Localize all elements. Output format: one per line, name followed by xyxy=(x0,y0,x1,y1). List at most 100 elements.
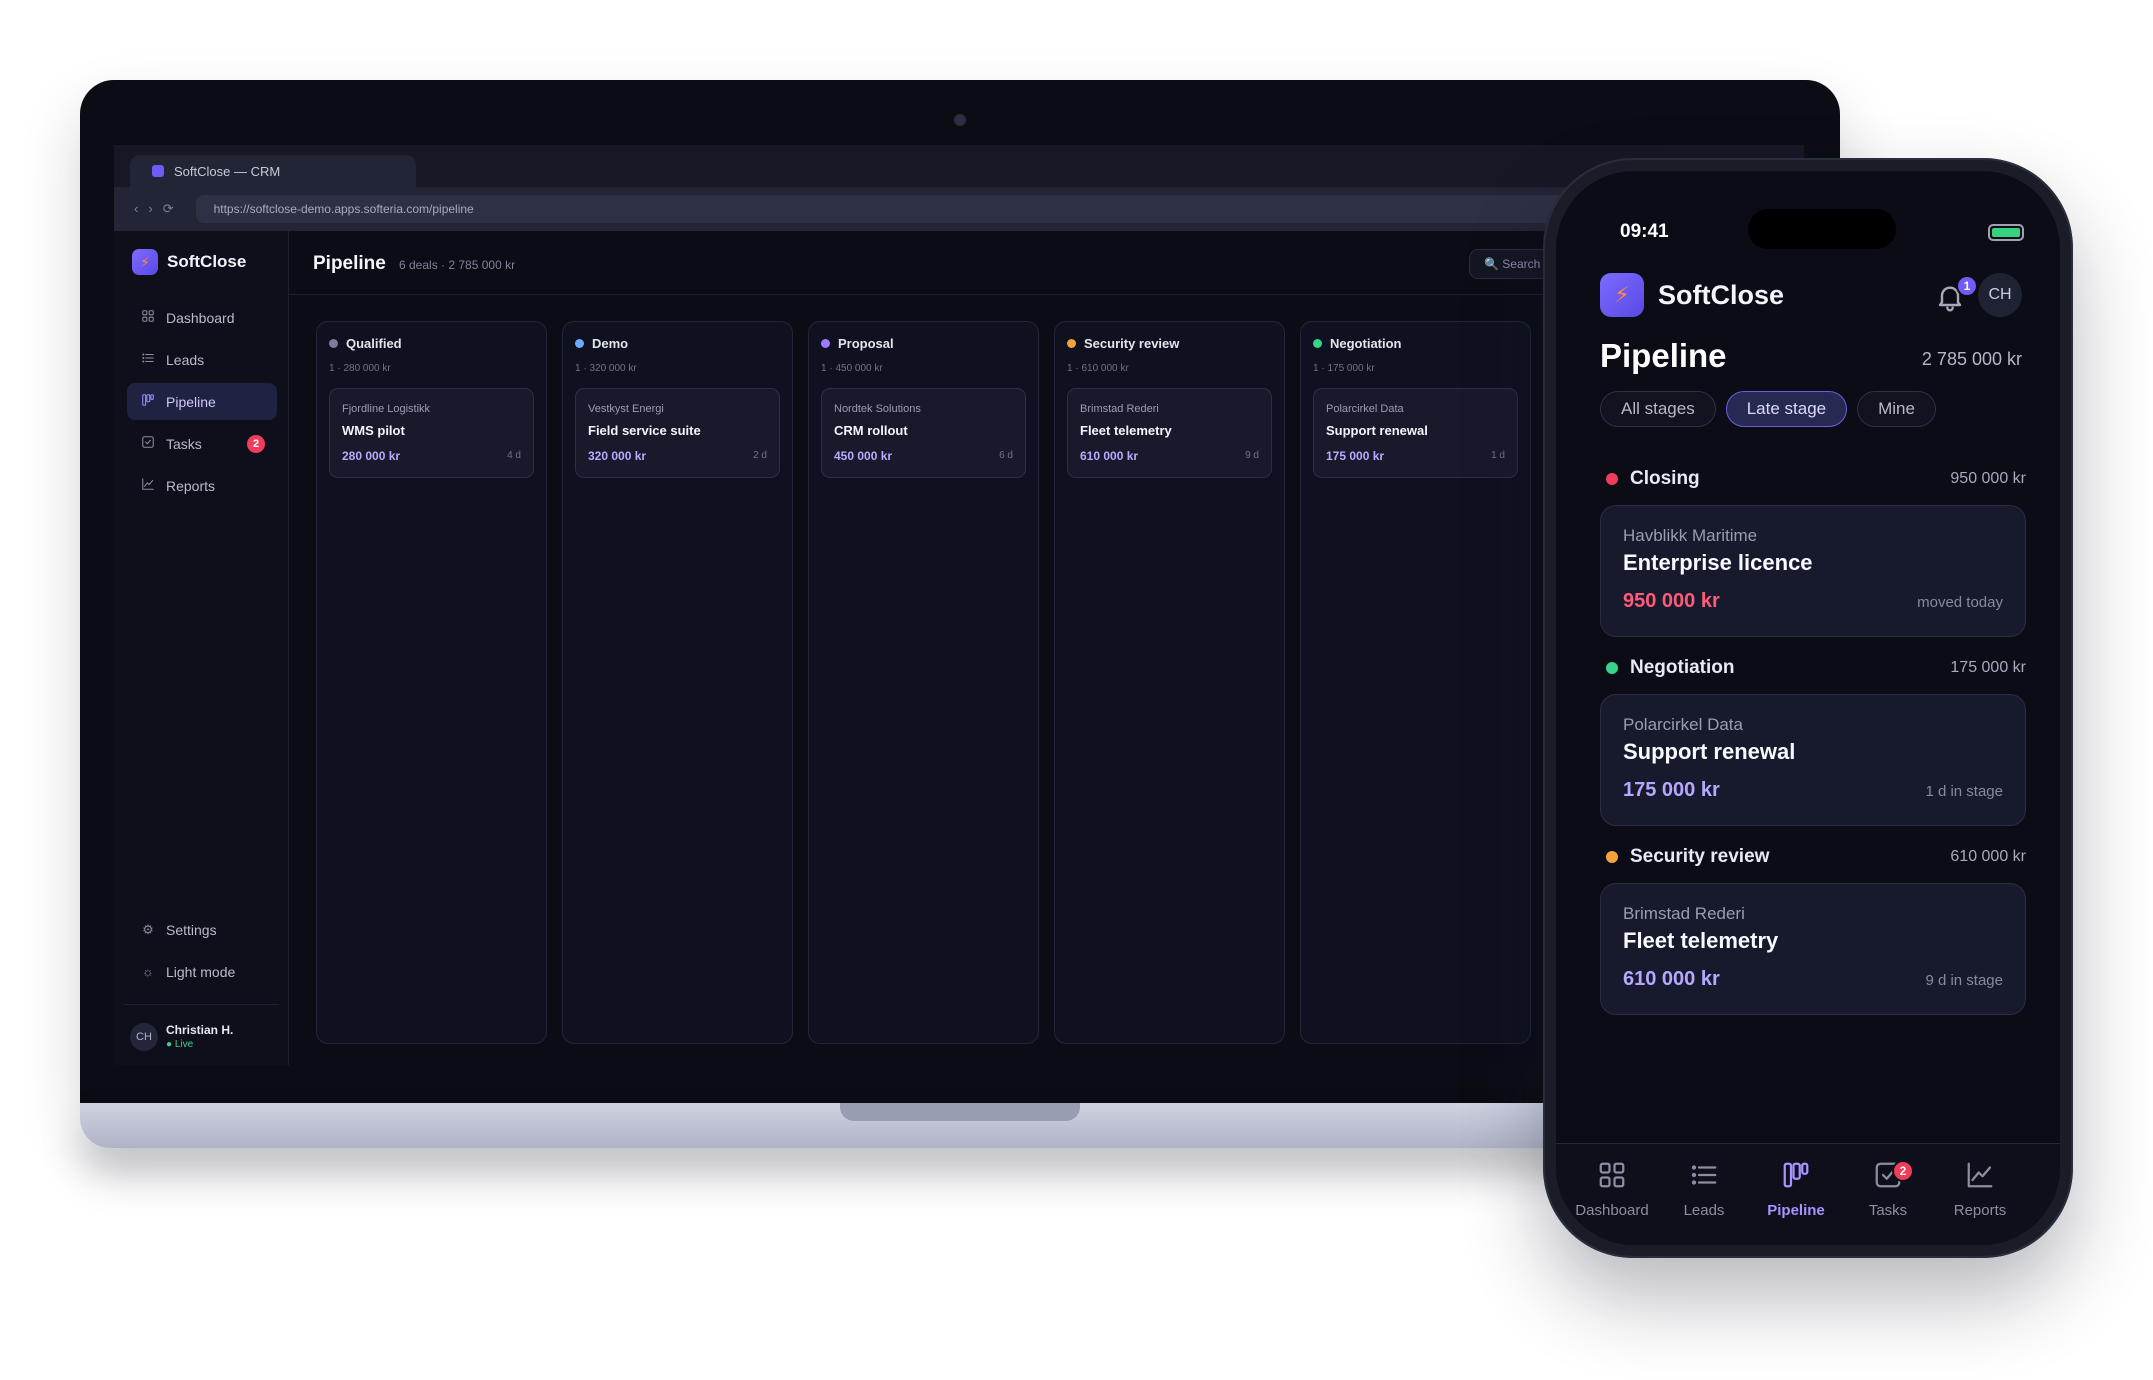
column-summary: 1 · 450 000 kr xyxy=(821,363,883,374)
pipeline-total: 2 785 000 kr xyxy=(1921,349,2022,369)
sidebar-item-reports[interactable]: Reports xyxy=(127,467,277,504)
back-icon[interactable]: ‹ xyxy=(134,201,138,217)
stage-dot-icon xyxy=(1313,339,1322,348)
kanban-icon xyxy=(1750,1160,1842,1198)
column-header: Security review xyxy=(1067,336,1179,351)
avatar[interactable]: CH xyxy=(1978,273,2022,317)
sidebar-item-pipeline[interactable]: Pipeline xyxy=(127,383,277,420)
kanban-icon xyxy=(140,393,156,410)
stage-title: Closing xyxy=(1630,468,1700,489)
sidebar-item-leads[interactable]: Leads xyxy=(127,341,277,378)
deal-title: Support renewal xyxy=(1326,423,1428,438)
tab-leads[interactable]: Leads xyxy=(1658,1160,1750,1219)
brand[interactable]: ⚡ SoftClose xyxy=(132,249,246,275)
deal-card[interactable]: Havblikk Maritime Enterprise licence 950… xyxy=(1600,505,2026,637)
filter-chip-late-stage[interactable]: Late stage xyxy=(1725,391,1848,427)
favicon-icon xyxy=(152,165,164,177)
tasks-count-badge: 2 xyxy=(247,434,265,453)
deal-card[interactable]: Vestkyst Energi Field service suite 320 … xyxy=(575,388,780,478)
column-summary: 1 · 320 000 kr xyxy=(575,363,637,374)
stage-dot-icon xyxy=(1067,339,1076,348)
column-title: Demo xyxy=(592,336,629,351)
deal-age: 6 d xyxy=(999,450,1013,461)
tab-reports[interactable]: Reports xyxy=(1934,1160,2026,1219)
stage-dot-icon xyxy=(329,339,338,348)
deal-title: Support renewal xyxy=(1623,739,1796,764)
column-title: Security review xyxy=(1084,336,1180,351)
avatar: CH xyxy=(130,1023,158,1051)
tab-tasks[interactable]: Tasks 2 xyxy=(1842,1160,1934,1219)
browser-tab[interactable]: SoftClose — CRM xyxy=(130,155,416,187)
deal-age: moved today xyxy=(1917,594,2003,611)
sidebar-item-dashboard[interactable]: Dashboard xyxy=(127,299,277,336)
column-header: Proposal xyxy=(821,336,894,351)
tab-label: Leads xyxy=(1683,1202,1725,1219)
list-icon xyxy=(140,351,156,368)
pipeline-column-security-review: Security review 1 · 610 000 kr Brimstad … xyxy=(1054,321,1285,1044)
filter-chip-mine[interactable]: Mine xyxy=(1857,391,1936,427)
filter-chip-all-stages[interactable]: All stages xyxy=(1600,391,1716,427)
deal-card[interactable]: Brimstad Rederi Fleet telemetry 610 000 … xyxy=(1600,883,2026,1015)
deal-card[interactable]: Polarcirkel Data Support renewal 175 000… xyxy=(1313,388,1518,478)
dynamic-island xyxy=(1748,209,1896,249)
tab-pipeline[interactable]: Pipeline xyxy=(1750,1160,1842,1219)
user-name: Christian H. xyxy=(166,1023,234,1037)
stage-section-security-review: Security review 610 000 kr Brimstad Rede… xyxy=(1600,843,2026,1015)
phone-screen: 09:41 ⚡ SoftClose 1 CH Pipeline 2 785 00… xyxy=(1556,171,2060,1245)
column-summary: 1 · 610 000 kr xyxy=(1067,363,1129,374)
sidebar-item-light-mode[interactable]: ☼ Light mode xyxy=(127,953,277,990)
brand-name: SoftClose xyxy=(167,252,247,271)
reload-icon[interactable]: ⟳ xyxy=(163,201,174,217)
deal-card[interactable]: Brimstad Rederi Fleet telemetry 610 000 … xyxy=(1067,388,1272,478)
sidebar-item-label: Tasks xyxy=(166,435,202,452)
tab-dashboard[interactable]: Dashboard xyxy=(1566,1160,1658,1219)
gear-icon: ⚙ xyxy=(142,921,154,937)
stage-title: Negotiation xyxy=(1630,657,1735,678)
column-title: Proposal xyxy=(838,336,894,351)
deal-company: Brimstad Rederi xyxy=(1623,904,1745,923)
deal-company: Nordtek Solutions xyxy=(834,403,921,415)
deal-age: 4 d xyxy=(507,450,521,461)
brand-name: SoftClose xyxy=(1658,279,1785,310)
tasks-count-badge: 2 xyxy=(1892,1160,1914,1182)
tab-label: Pipeline xyxy=(1767,1202,1825,1219)
deal-card[interactable]: Nordtek Solutions CRM rollout 450 000 kr… xyxy=(821,388,1026,478)
battery-icon xyxy=(1988,224,2024,241)
stage-dot-icon xyxy=(1606,851,1618,863)
stage-dot-icon xyxy=(1606,473,1618,485)
tab-label: Dashboard xyxy=(1575,1202,1649,1219)
brand[interactable]: ⚡ SoftClose xyxy=(1600,273,1784,317)
check-square-icon xyxy=(1842,1160,1934,1198)
chart-line-icon xyxy=(140,477,156,494)
column-title: Negotiation xyxy=(1330,336,1402,351)
sidebar-item-settings[interactable]: ⚙ Settings xyxy=(127,911,277,948)
status-time: 09:41 xyxy=(1620,221,1669,242)
address-bar-url: https://softclose-demo.apps.softeria.com… xyxy=(213,202,474,216)
deal-age: 2 d xyxy=(753,450,767,461)
deal-value: 450 000 kr xyxy=(834,449,893,463)
sidebar-item-label: Reports xyxy=(166,477,216,494)
page-title: Pipeline xyxy=(313,253,386,274)
sidebar-item-label: Settings xyxy=(166,921,217,938)
column-summary: 1 · 175 000 kr xyxy=(1313,363,1375,374)
stage-header: Closing 950 000 kr xyxy=(1600,465,2026,493)
deal-age: 1 d in stage xyxy=(1925,783,2003,800)
sidebar-item-tasks[interactable]: Tasks 2 xyxy=(127,425,277,462)
browser-tab-strip: SoftClose — CRM xyxy=(114,145,1804,187)
tab-label: Tasks xyxy=(1868,1202,1908,1219)
stage-dot-icon xyxy=(1606,662,1618,674)
deal-value: 950 000 kr xyxy=(1623,590,1720,612)
deal-title: CRM rollout xyxy=(834,423,908,438)
sun-icon: ☼ xyxy=(142,964,154,979)
deal-card[interactable]: Polarcirkel Data Support renewal 175 000… xyxy=(1600,694,2026,826)
address-bar[interactable]: https://softclose-demo.apps.softeria.com… xyxy=(195,195,1696,223)
column-header: Demo xyxy=(575,336,628,351)
deal-company: Polarcirkel Data xyxy=(1326,403,1404,415)
bolt-logo-icon: ⚡ xyxy=(132,249,158,275)
deal-age: 9 d in stage xyxy=(1925,972,2003,989)
notification-badge: 1 xyxy=(1956,275,1978,297)
laptop-notch xyxy=(840,1103,1080,1121)
forward-icon[interactable]: › xyxy=(148,201,152,217)
user-profile[interactable]: CH Christian H. ● Live xyxy=(124,1004,279,1051)
deal-card[interactable]: Fjordline Logistikk WMS pilot 280 000 kr… xyxy=(329,388,534,478)
